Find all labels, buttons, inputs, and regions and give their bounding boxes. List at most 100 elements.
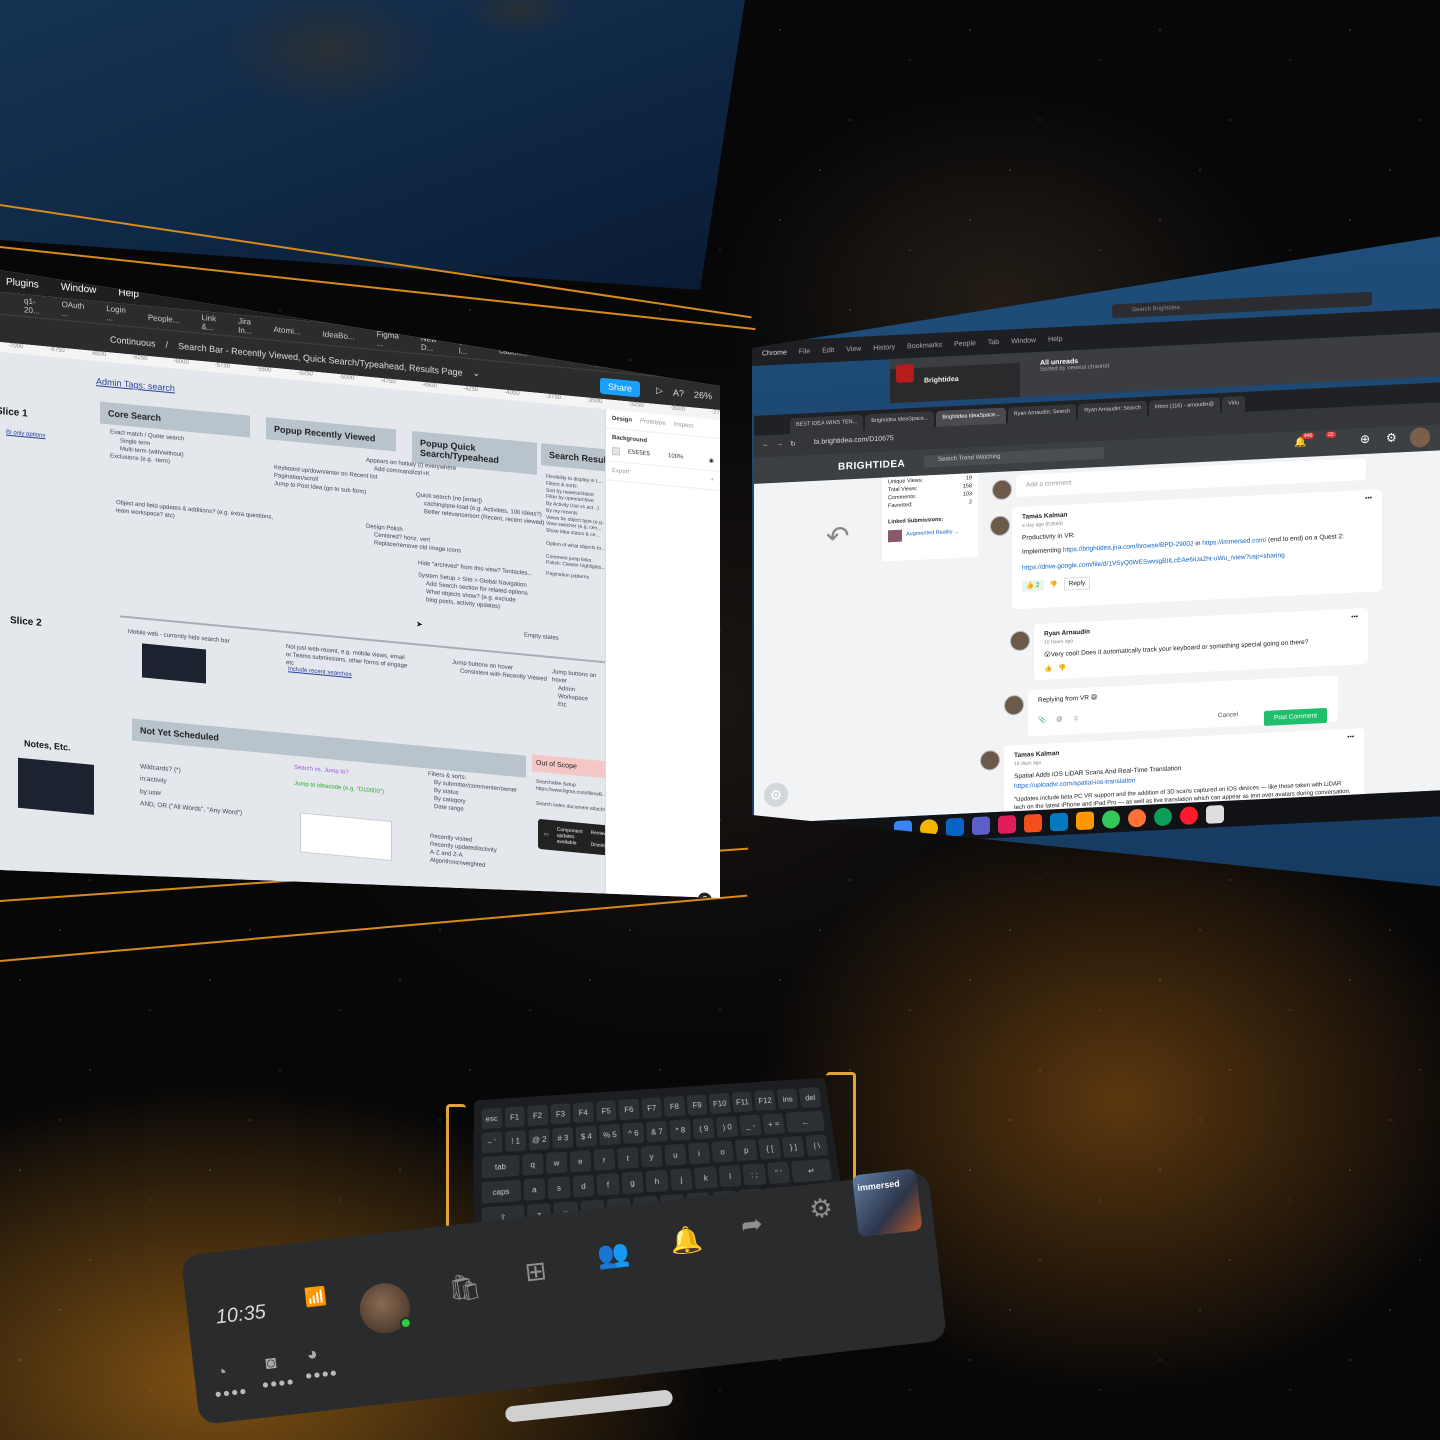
teams-icon[interactable] bbox=[972, 816, 990, 835]
keyboard-key[interactable]: + = bbox=[762, 1113, 786, 1135]
keyboard-key[interactable]: s bbox=[547, 1176, 571, 1200]
keyboard-key[interactable]: ~ ` bbox=[481, 1131, 503, 1154]
like-button[interactable]: 👍 2 bbox=[1022, 579, 1044, 592]
url-text[interactable]: bi.brightidea.com/D10675 bbox=[814, 435, 894, 446]
slack-icon[interactable] bbox=[998, 815, 1016, 834]
keyboard-key[interactable]: ^ 6 bbox=[622, 1122, 645, 1145]
keyboard-key[interactable]: _ - bbox=[739, 1114, 762, 1137]
keyboard-key[interactable]: " ' bbox=[766, 1161, 791, 1185]
file-tab[interactable]: q1-20... bbox=[14, 295, 50, 316]
menu-plugins[interactable]: Plugins bbox=[6, 276, 39, 290]
share-arrow-icon[interactable]: ➦ bbox=[739, 1208, 764, 1241]
keyboard-key[interactable]: del bbox=[799, 1086, 822, 1109]
keyboard-key[interactable]: F2 bbox=[527, 1104, 548, 1127]
tab-prototype[interactable]: Prototype bbox=[640, 418, 666, 426]
menu-edit[interactable]: Edit bbox=[822, 346, 834, 354]
user-initials[interactable]: A? bbox=[673, 387, 684, 398]
menu-bookmarks[interactable]: Bookmarks bbox=[907, 341, 942, 350]
tab-design[interactable]: Design bbox=[612, 416, 632, 424]
edge-icon[interactable] bbox=[1154, 807, 1172, 826]
sticky-out-of-scope[interactable]: Out of Scope bbox=[532, 754, 606, 778]
reload-icon[interactable]: ↻ bbox=[790, 440, 796, 448]
store-bag-icon[interactable]: 🛍 bbox=[447, 1270, 483, 1305]
file-icon[interactable] bbox=[1206, 805, 1224, 824]
keyboard-key[interactable]: k bbox=[694, 1166, 718, 1190]
settings-gear-icon[interactable]: ⚙ bbox=[808, 1192, 835, 1225]
attach-icon[interactable]: 📎 bbox=[1038, 715, 1046, 725]
figma-canvas[interactable]: Admin Tags: search Slice 1 BI only optio… bbox=[0, 352, 605, 927]
keyboard-key[interactable]: p bbox=[734, 1139, 758, 1162]
back-arrow-icon[interactable]: ↶ bbox=[826, 519, 849, 553]
keyboard-key[interactable]: | \ bbox=[805, 1134, 829, 1157]
menu-tab[interactable]: Tab bbox=[988, 338, 999, 346]
keyboard-key[interactable]: y bbox=[640, 1145, 663, 1168]
keyboard-key[interactable]: # 3 bbox=[552, 1126, 574, 1149]
zoom-level[interactable]: 26% bbox=[694, 389, 712, 401]
keyboard-key[interactable]: ↵ bbox=[790, 1158, 833, 1183]
keyboard-key[interactable]: caps bbox=[481, 1179, 521, 1204]
menu-chrome[interactable]: Chrome bbox=[762, 349, 787, 357]
keyboard-key[interactable]: g bbox=[621, 1171, 644, 1195]
mention-icon[interactable]: @ bbox=[1056, 715, 1063, 725]
messages-icon[interactable] bbox=[1102, 810, 1120, 829]
figma-window[interactable]: Plugins Window Help ◠ 100% Mon 10:35 PM … bbox=[0, 270, 720, 938]
firefox-icon[interactable] bbox=[1128, 809, 1146, 828]
back-icon[interactable]: ← bbox=[762, 441, 769, 448]
bell-icon[interactable]: 🔔 bbox=[669, 1223, 705, 1257]
sublime-icon[interactable] bbox=[1076, 811, 1094, 830]
site-search-input[interactable]: Search Trend Watching bbox=[924, 447, 1104, 468]
keyboard-key[interactable]: tab bbox=[481, 1154, 520, 1179]
keyboard-key[interactable]: q bbox=[522, 1153, 544, 1176]
post-comment-button[interactable]: Post Comment bbox=[1264, 708, 1327, 726]
chevron-down-icon[interactable]: ⌄ bbox=[473, 368, 481, 380]
admin-tags-link[interactable]: Admin Tags: search bbox=[96, 375, 175, 395]
more-options-icon[interactable]: ••• bbox=[1365, 494, 1372, 504]
menu-people[interactable]: People bbox=[954, 340, 976, 348]
wifi-icon[interactable]: 📶 bbox=[303, 1286, 328, 1309]
keyboard-key[interactable]: t bbox=[616, 1146, 639, 1170]
keyboard-key[interactable]: F10 bbox=[708, 1092, 731, 1115]
opera-icon[interactable] bbox=[1180, 806, 1198, 825]
menu-window[interactable]: Window bbox=[1011, 337, 1036, 345]
trello-icon[interactable] bbox=[1050, 813, 1068, 832]
keyboard-key[interactable]: w bbox=[545, 1151, 568, 1174]
keyboard-key[interactable]: j bbox=[669, 1168, 693, 1191]
immersed-app-tile[interactable]: immersed bbox=[851, 1168, 923, 1238]
breadcrumb-root[interactable]: Continuous bbox=[110, 334, 156, 348]
cancel-button[interactable]: Cancel bbox=[1218, 710, 1238, 721]
emoji-icon[interactable]: ☺ bbox=[1073, 714, 1080, 724]
controller-left-icon[interactable]: ◔ bbox=[215, 1362, 228, 1384]
avatar[interactable] bbox=[1410, 427, 1430, 448]
keyboard-key[interactable]: $ 4 bbox=[575, 1125, 598, 1148]
sticky-search-results[interactable]: Search Results Pa bbox=[541, 443, 611, 472]
play-icon[interactable]: ▷ bbox=[656, 385, 663, 397]
keyboard-key[interactable]: } ] bbox=[781, 1135, 805, 1158]
keyboard-key[interactable]: ins bbox=[776, 1088, 799, 1110]
dislike-icon[interactable]: 👎 bbox=[1058, 664, 1066, 674]
file-tab[interactable]: People... bbox=[138, 312, 190, 326]
keyboard-key[interactable]: : ; bbox=[742, 1163, 767, 1186]
keyboard-key[interactable]: d bbox=[572, 1174, 595, 1198]
keyboard-key[interactable]: F12 bbox=[754, 1089, 777, 1112]
bg-hex-input[interactable]: E5E5E5 bbox=[628, 449, 650, 457]
gear-icon[interactable]: ⚙ bbox=[1386, 430, 1397, 445]
keyboard-key[interactable]: F1 bbox=[504, 1106, 525, 1128]
keyboard-key[interactable]: F4 bbox=[572, 1101, 594, 1124]
keyboard-key[interactable]: e bbox=[569, 1150, 592, 1173]
keyboard-key[interactable]: ! 1 bbox=[505, 1129, 527, 1152]
keyboard-key[interactable]: a bbox=[523, 1177, 546, 1201]
file-tab[interactable]: Link &... bbox=[191, 312, 226, 333]
more-options-icon[interactable]: ••• bbox=[1347, 733, 1354, 743]
keyboard-key[interactable]: o bbox=[711, 1140, 734, 1163]
sticky-popup-recently-viewed[interactable]: Popup Recently Viewed bbox=[266, 417, 396, 451]
keyboard-key[interactable]: F8 bbox=[663, 1095, 686, 1118]
keyboard-key[interactable]: h bbox=[645, 1169, 669, 1193]
menu-help[interactable]: Help bbox=[1048, 335, 1062, 343]
all-unreads-header[interactable]: All unreads Sorted by newest channel bbox=[1040, 357, 1109, 373]
keyboard-key[interactable]: * 8 bbox=[669, 1119, 692, 1141]
keyboard-key[interactable]: i bbox=[687, 1142, 711, 1165]
menu-history[interactable]: History bbox=[873, 344, 895, 352]
keyboard-key[interactable]: ( 9 bbox=[692, 1117, 715, 1140]
reply-input-text[interactable]: Replying from VR 😄 bbox=[1038, 682, 1328, 706]
keyboard-key[interactable]: @ 2 bbox=[528, 1128, 550, 1151]
